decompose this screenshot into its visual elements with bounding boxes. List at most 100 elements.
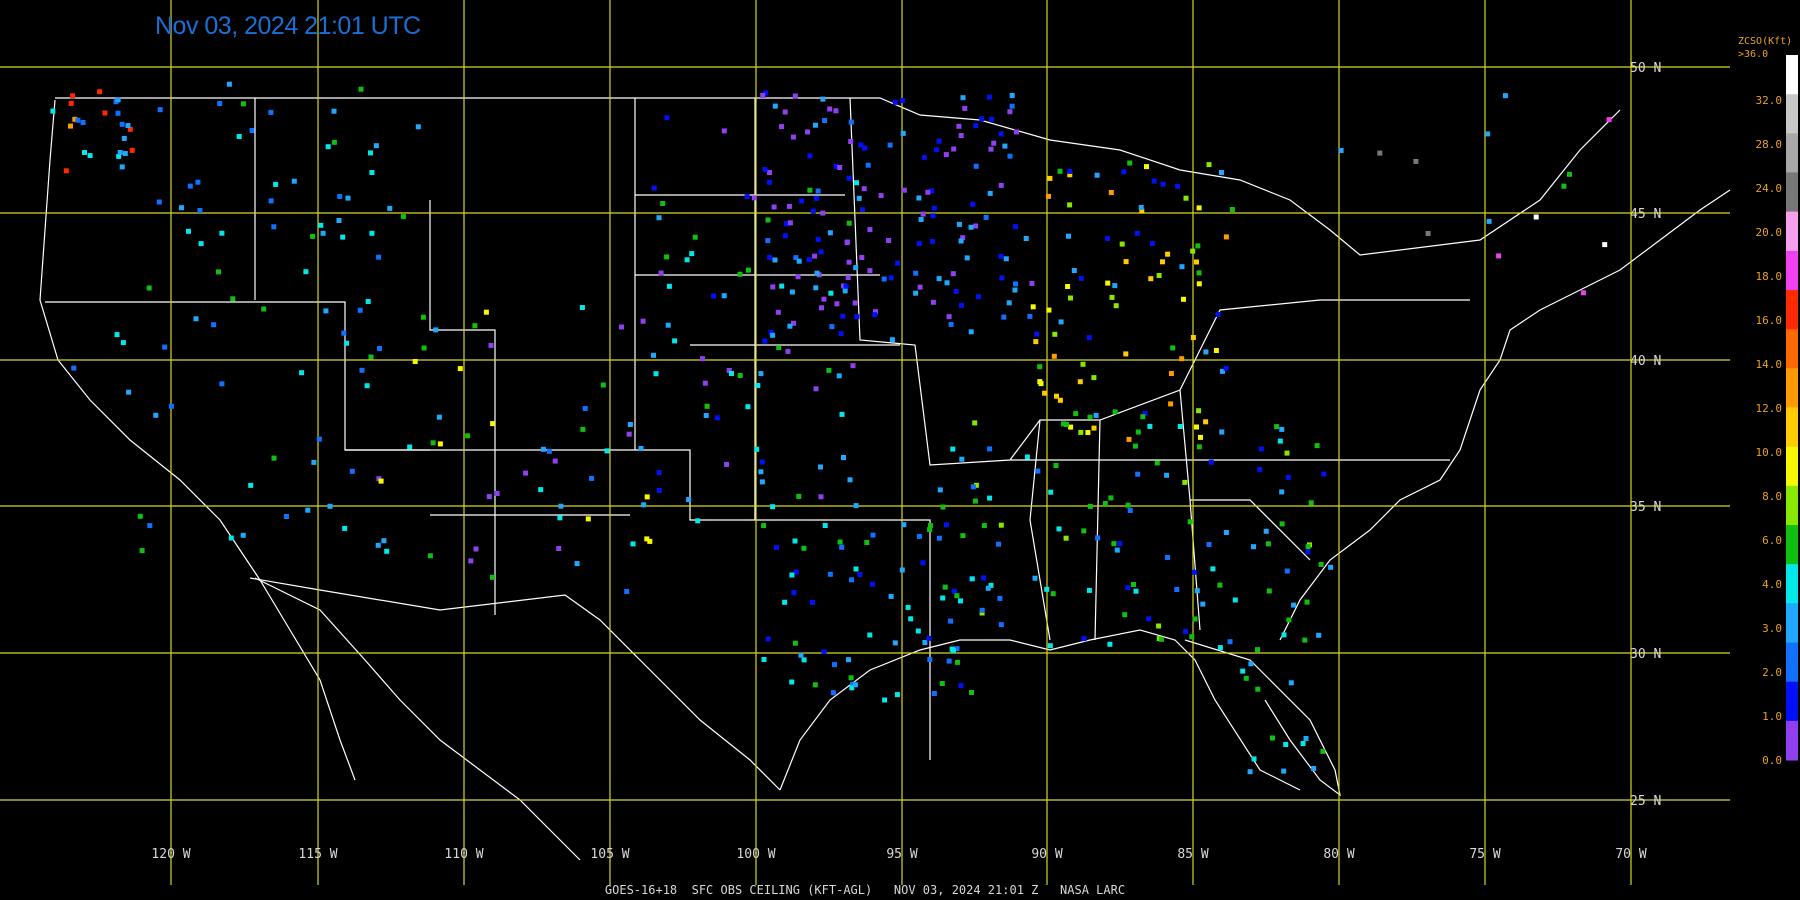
station-marker — [359, 367, 365, 373]
station-marker — [71, 365, 77, 371]
station-marker — [1203, 419, 1209, 425]
station-marker — [1038, 381, 1044, 387]
station-marker — [1168, 371, 1174, 376]
station-marker — [684, 257, 690, 263]
station-marker — [818, 249, 824, 255]
station-marker — [1215, 312, 1221, 317]
station-marker — [998, 522, 1004, 528]
station-marker — [638, 446, 644, 451]
station-marker — [838, 331, 844, 337]
legend-label: 18.0 — [1756, 270, 1783, 283]
station-marker — [1203, 349, 1209, 355]
station-marker — [1034, 331, 1040, 337]
station-marker — [828, 290, 834, 296]
station-marker — [540, 446, 546, 452]
station-marker — [929, 239, 935, 244]
station-marker — [97, 89, 103, 95]
station-marker — [796, 258, 802, 264]
station-marker — [916, 241, 922, 247]
station-marker — [953, 288, 959, 294]
station-marker — [927, 527, 933, 533]
station-marker — [186, 228, 191, 234]
station-marker — [771, 204, 777, 210]
station-marker — [1247, 769, 1253, 775]
station-marker — [765, 636, 771, 642]
station-marker — [837, 165, 843, 170]
station-marker — [985, 585, 991, 591]
station-marker — [1029, 280, 1035, 286]
station-marker — [1281, 632, 1287, 638]
station-marker — [789, 289, 795, 295]
station-marker — [1338, 148, 1344, 153]
legend-swatch — [1786, 642, 1798, 683]
station-marker — [1318, 561, 1324, 567]
station-marker — [1187, 519, 1193, 525]
station-marker — [942, 584, 948, 590]
station-marker — [827, 230, 833, 236]
station-marker — [1160, 259, 1165, 265]
station-marker — [327, 503, 333, 509]
station-marker — [630, 541, 636, 547]
station-marker — [1196, 281, 1202, 287]
lat-label: 50 N — [1630, 61, 1661, 76]
station-marker — [1112, 409, 1118, 415]
station-marker — [998, 131, 1004, 137]
station-marker — [240, 101, 246, 107]
station-marker — [195, 179, 201, 185]
state-line-2 — [254, 98, 756, 615]
station-marker — [1087, 503, 1093, 509]
station-marker — [936, 276, 942, 282]
station-marker — [337, 194, 343, 199]
legend-title-units: ZCSO(Kft) — [1738, 36, 1793, 47]
station-marker — [905, 604, 911, 610]
station-marker — [1164, 472, 1170, 478]
station-marker — [759, 459, 765, 465]
station-marker — [981, 575, 987, 581]
station-marker — [653, 371, 659, 377]
station-marker — [1195, 243, 1201, 249]
station-marker — [704, 403, 710, 409]
station-marker — [792, 93, 798, 99]
station-marker — [779, 283, 785, 289]
station-marker — [125, 123, 131, 129]
station-marker — [1257, 466, 1263, 472]
station-marker — [745, 404, 751, 410]
station-marker — [644, 494, 650, 500]
station-marker — [900, 98, 906, 104]
station-marker — [946, 314, 952, 320]
station-marker — [228, 535, 234, 541]
station-marker — [1251, 756, 1257, 762]
station-markers — [50, 81, 1612, 775]
station-marker — [1314, 443, 1320, 449]
station-marker — [365, 299, 371, 304]
station-marker — [373, 143, 379, 149]
station-marker — [665, 322, 671, 328]
station-marker — [881, 276, 887, 282]
station-marker — [1027, 313, 1033, 319]
station-marker — [1208, 459, 1214, 465]
station-marker — [987, 446, 993, 452]
lon-label: 85 W — [1177, 847, 1208, 862]
station-marker — [852, 682, 858, 688]
station-marker — [589, 475, 595, 481]
station-marker — [815, 188, 821, 194]
station-marker — [331, 139, 337, 145]
station-marker — [473, 546, 479, 552]
station-marker — [837, 539, 843, 545]
station-marker — [1277, 438, 1283, 444]
station-marker — [724, 461, 730, 467]
station-marker — [1093, 412, 1099, 418]
station-marker — [1071, 268, 1077, 273]
station-marker — [1263, 528, 1269, 534]
station-marker — [1567, 171, 1572, 177]
station-marker — [1251, 544, 1256, 550]
station-marker — [987, 495, 993, 501]
station-marker — [268, 109, 274, 115]
station-marker — [1285, 474, 1291, 480]
station-marker — [958, 238, 964, 244]
station-marker — [1121, 169, 1127, 175]
station-marker — [1095, 535, 1101, 541]
station-marker — [240, 532, 246, 538]
station-marker — [299, 370, 305, 376]
station-marker — [1194, 588, 1200, 594]
